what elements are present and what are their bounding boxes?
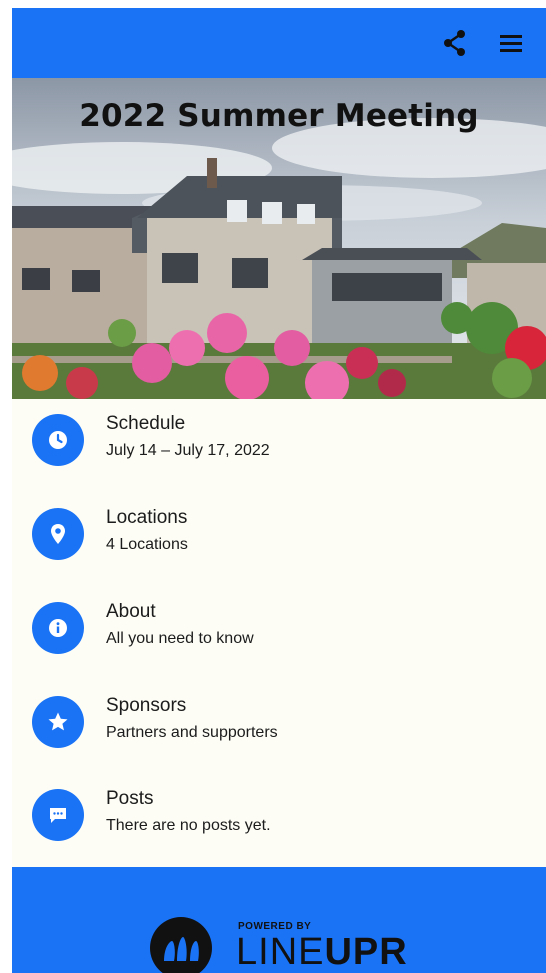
powered-by-footer: POWERED BY LINEUPR (12, 867, 546, 973)
posts-icon-badge (32, 789, 84, 841)
menu-item-subtitle: July 14 – July 17, 2022 (106, 442, 270, 459)
menu-button[interactable] (496, 28, 526, 58)
share-button[interactable] (440, 28, 470, 58)
app-screen: 2022 Summer Meeting Schedule July 14 – J… (12, 8, 546, 973)
brand-light-text: LINE (236, 931, 325, 973)
locations-icon-badge (32, 508, 84, 560)
schedule-icon-badge (32, 414, 84, 466)
menu-item-subtitle: All you need to know (106, 630, 254, 647)
event-title: 2022 Summer Meeting (79, 98, 479, 134)
menu-item-subtitle: Partners and supporters (106, 724, 278, 741)
share-icon (444, 30, 465, 56)
location-pin-icon (51, 524, 65, 544)
menu-item-subtitle: 4 Locations (106, 536, 188, 553)
menu-item-title: Locations (106, 507, 188, 528)
menu-item-title: Schedule (106, 413, 186, 434)
lineupr-wordmark[interactable]: LINEUPR (236, 931, 408, 973)
about-icon-badge (32, 602, 84, 654)
star-icon (48, 712, 68, 731)
chat-bubble-icon (50, 808, 66, 823)
hamburger-menu-icon (500, 35, 522, 52)
sponsors-icon-badge (32, 696, 84, 748)
menu-item-subtitle: There are no posts yet. (106, 817, 271, 834)
lineupr-logo-icon (150, 917, 212, 973)
brand-bold-text: UPR (324, 931, 408, 973)
menu-item-title: About (106, 601, 156, 622)
menu-item-posts[interactable]: Posts There are no posts yet. (12, 774, 546, 854)
clock-icon (49, 431, 67, 449)
hero-banner: 2022 Summer Meeting (12, 78, 546, 399)
menu-item-about[interactable]: About All you need to know (12, 587, 546, 667)
info-icon (49, 619, 67, 637)
menu-item-title: Sponsors (106, 695, 187, 716)
top-app-bar (12, 8, 546, 78)
menu-item-sponsors[interactable]: Sponsors Partners and supporters (12, 681, 546, 761)
menu-item-schedule[interactable]: Schedule July 14 – July 17, 2022 (12, 399, 546, 479)
menu-item-title: Posts (106, 788, 154, 809)
menu-item-locations[interactable]: Locations 4 Locations (12, 493, 546, 573)
